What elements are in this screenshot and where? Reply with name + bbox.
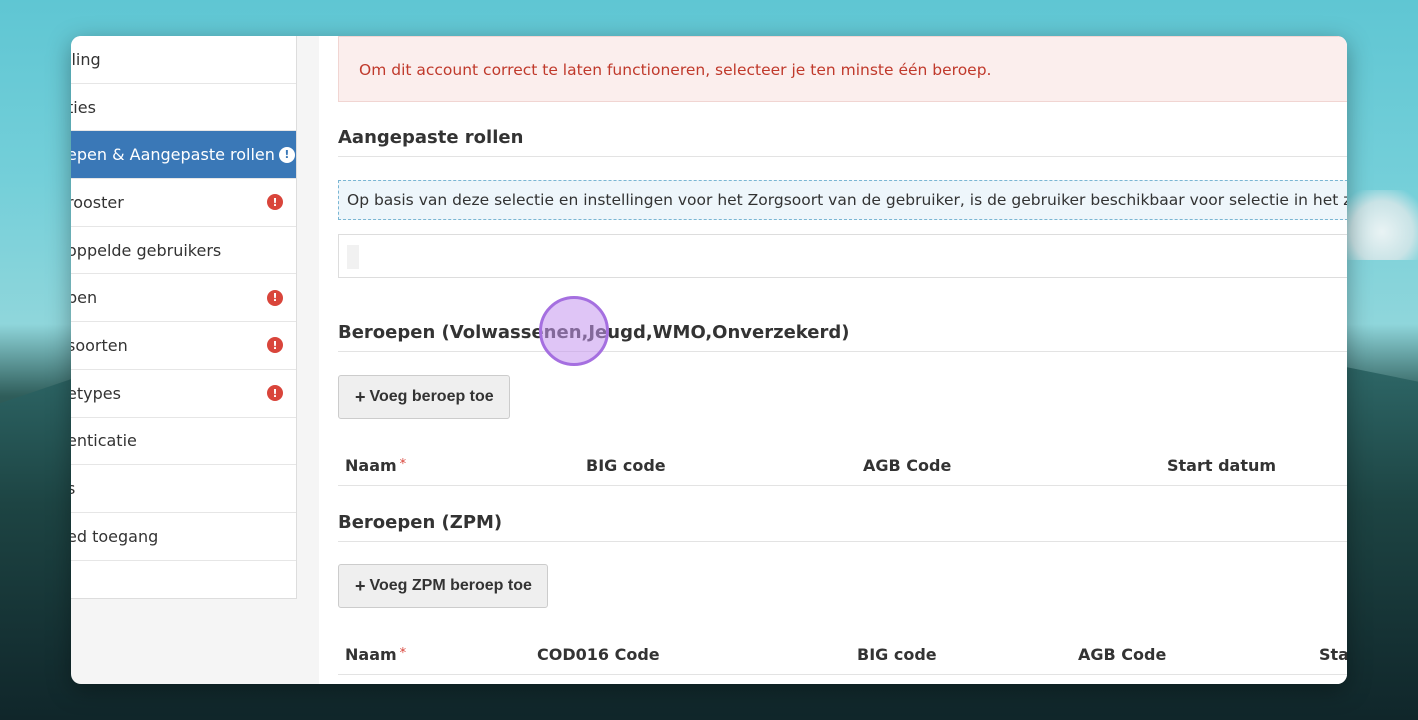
col-start: Start [1319,645,1347,664]
exclamation-icon: ! [278,146,295,163]
col-naam: Naam * [345,456,407,475]
col-big-code: BIG code [857,645,937,664]
cursor-highlight [539,296,609,366]
selector-placeholder [347,245,359,269]
custom-roles-title: Aangepaste rollen [338,127,1347,157]
exclamation-icon: ! [267,289,283,306]
required-marker: * [399,646,407,661]
professions-table-header: Naam * BIG code AGB Code Start datum [338,446,1347,486]
add-zpm-label: Voeg ZPM beroep toe [369,577,532,594]
sidebar-item[interactable]: lling [71,36,296,84]
sidebar-item[interactable]: rooster! [71,179,296,227]
col-naam: Naam * [345,645,407,664]
required-marker: * [399,457,407,472]
sidebar-item-label: ed toegang [71,526,159,546]
exclamation-icon: ! [267,385,283,402]
sidebar-item[interactable]: epen & Aangepaste rollen! [71,131,296,180]
sidebar-item[interactable]: soorten! [71,322,296,370]
plus-icon: + [355,575,366,596]
app-window: llingtiesepen & Aangepaste rollen!rooste… [71,36,1347,684]
error-alert: Om dit account correct te laten function… [338,36,1347,102]
sidebar-item-label: soorten [71,335,128,355]
sidebar-item[interactable]: enticatie [71,418,296,466]
main-content: Om dit account correct te laten function… [319,36,1347,684]
exclamation-icon: ! [267,337,283,354]
sidebar-item[interactable]: ties [71,84,296,132]
sidebar-item-label: ties [71,97,96,117]
add-zpm-profession-button[interactable]: + Voeg ZPM beroep toe [338,564,548,608]
col-start-datum: Start datum [1167,456,1277,475]
sidebar-item-label: epen & Aangepaste rollen [71,145,275,165]
col-agb-code: AGB Code [1078,645,1167,664]
sidebar-item[interactable]: ed toegang [71,513,296,561]
sidebar-item-label: oppelde gebruikers [71,240,222,260]
zpm-table-header: Naam* COD016 Code BIG code AGB Code Star… [338,635,1347,675]
sidebar: llingtiesepen & Aangepaste rollen!rooste… [71,36,297,599]
sidebar-item-label: pen [71,288,98,308]
sidebar-item-label: s [71,479,75,498]
professions-title: Beroepen (Volwassenen,Jeugd,WMO,Onverzek… [338,322,1347,352]
sidebar-item[interactable]: pen! [71,274,296,323]
plus-icon: + [355,386,366,407]
col-agb-code: AGB Code [863,456,952,475]
custom-roles-info-text: Op basis van deze selectie en instelling… [347,191,1347,209]
custom-roles-info: Op basis van deze selectie en instelling… [338,180,1347,220]
add-profession-button[interactable]: + Voeg beroep toe [338,375,510,419]
zpm-title: Beroepen (ZPM) [338,512,1347,542]
sidebar-item-label: rooster [71,192,124,212]
sidebar-item-label: lling [71,49,101,69]
sidebar-item-label: etypes [71,383,121,403]
exclamation-icon: ! [267,194,283,211]
col-big-code: BIG code [586,456,666,475]
sidebar-item[interactable]: s [71,465,296,513]
sidebar-item[interactable]: oppelde gebruikers [71,227,296,275]
error-alert-text: Om dit account correct te laten function… [359,61,992,79]
sidebar-item[interactable]: etypes! [71,370,296,418]
sidebar-item-label: enticatie [71,431,137,451]
add-profession-label: Voeg beroep toe [369,388,494,405]
col-cod016-code: COD016 Code [537,645,660,664]
custom-roles-selector[interactable] [338,234,1347,278]
